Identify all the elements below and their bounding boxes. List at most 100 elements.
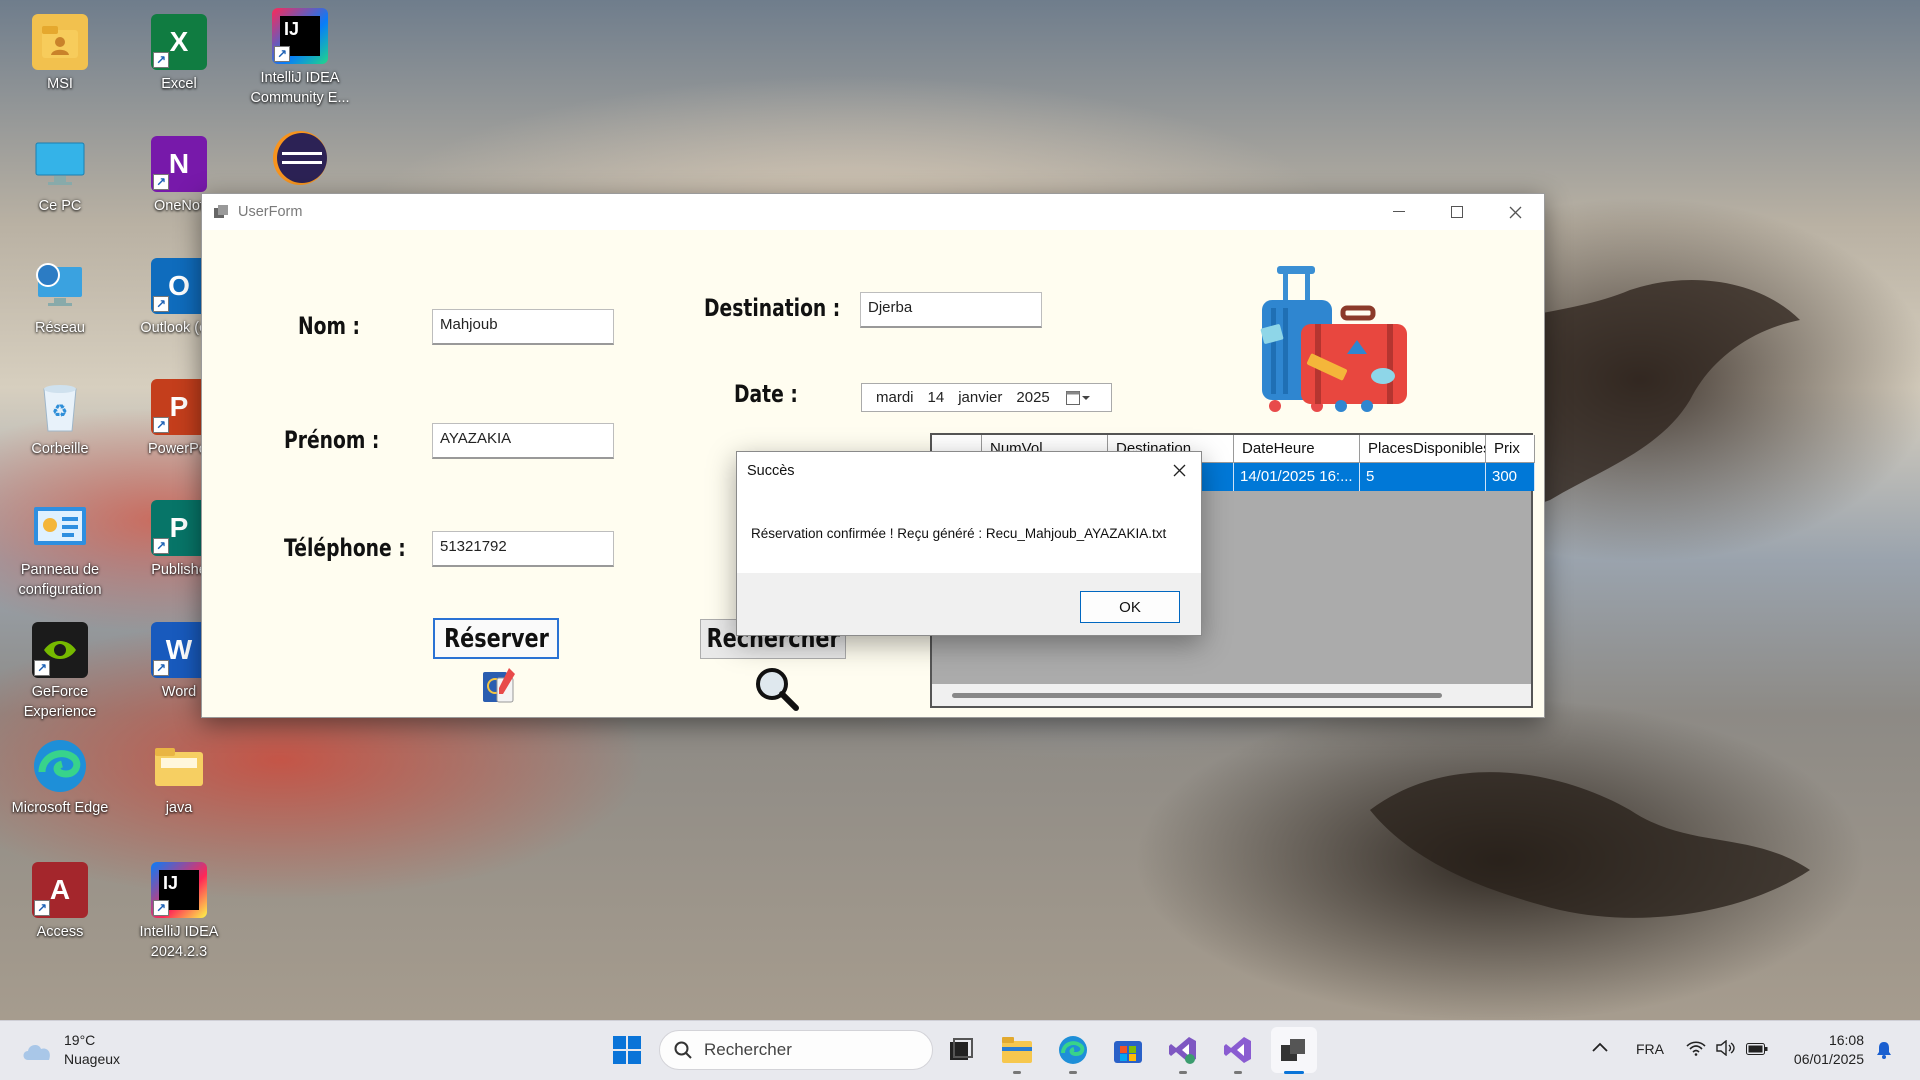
onenote-icon: N ↗ (151, 136, 207, 192)
access-icon: A ↗ (32, 862, 88, 918)
destination-label: Destination : (704, 294, 841, 322)
task-view-button[interactable] (944, 1033, 978, 1067)
clock[interactable]: 16:08 06/01/2025 (1780, 1031, 1864, 1069)
control-panel-icon (32, 500, 88, 556)
desktop-icon-label: Panneau de configuration (18, 562, 102, 598)
bell-icon (1877, 1042, 1891, 1059)
desktop-icon-eclipse[interactable] (248, 130, 352, 190)
desktop-icon-label: Access (36, 924, 84, 940)
shortcut-arrow-icon: ↗ (34, 900, 50, 916)
date-picker[interactable]: mardi 14 janvier 2025 (861, 383, 1112, 412)
app-window-icon (214, 205, 228, 219)
eclipse-icon (272, 130, 328, 186)
success-dialog: Succès Réservation confirmée ! Reçu géné… (736, 451, 1202, 636)
date-day-name[interactable]: mardi (876, 389, 914, 406)
window-title: UserForm (238, 204, 303, 220)
shortcut-arrow-icon: ↗ (34, 660, 50, 676)
volume-icon[interactable] (1716, 1039, 1736, 1061)
desktop-icon-access[interactable]: A ↗ Access (8, 862, 112, 942)
scrollbar-thumb[interactable] (952, 693, 1442, 698)
desktop-icon-intellij-2024[interactable]: IJ ↗ IntelliJ IDEA 2024.2.3 (127, 862, 231, 962)
desktop-icon-geforce[interactable]: ↗ GeForce Experience (8, 622, 112, 722)
shortcut-arrow-icon: ↗ (153, 417, 169, 433)
desktop-icon-ce-pc[interactable]: Ce PC (8, 136, 112, 216)
grid-cell-dateheure[interactable]: 14/01/2025 16:... (1234, 463, 1360, 491)
shortcut-arrow-icon: ↗ (153, 52, 169, 68)
grid-header-placesdisponibles[interactable]: PlacesDisponibles (1360, 435, 1486, 463)
shortcut-arrow-icon: ↗ (153, 900, 169, 916)
taskbar-file-explorer[interactable] (1000, 1033, 1034, 1067)
weather-desc: Nuageux (64, 1051, 121, 1067)
taskbar-visual-studio[interactable] (1221, 1033, 1255, 1067)
desktop-icon-label: GeForce Experience (23, 684, 97, 720)
shortcut-arrow-icon: ↗ (274, 46, 290, 62)
window-titlebar[interactable]: UserForm (202, 194, 1544, 230)
intellij-icon: IJ ↗ (272, 8, 328, 64)
close-button[interactable] (1486, 194, 1544, 230)
desktop-icon-label: IntelliJ IDEA 2024.2.3 (139, 924, 219, 960)
desktop-icon-corbeille[interactable]: ♻ Corbeille (8, 379, 112, 459)
desktop-icon-edge[interactable]: Microsoft Edge (8, 738, 112, 818)
desktop-icon-excel[interactable]: X ↗ Excel (127, 14, 231, 94)
notification-button[interactable] (1876, 1041, 1892, 1064)
desktop-icon-label: java (165, 800, 193, 816)
grid-cell-places[interactable]: 5 (1360, 463, 1486, 491)
grid-horizontal-scrollbar[interactable] (932, 684, 1531, 706)
date-day[interactable]: 14 (928, 389, 945, 406)
geforce-icon: ↗ (32, 622, 88, 678)
start-button[interactable] (610, 1033, 644, 1067)
desktop-icon-reseau[interactable]: Réseau (8, 258, 112, 338)
weather-temp: 19°C (64, 1032, 96, 1048)
language-indicator[interactable]: FRA (1636, 1041, 1664, 1057)
desktop-icon-intellij-community[interactable]: IJ ↗ IntelliJ IDEA Community E... (248, 8, 352, 108)
store-icon (1114, 1041, 1142, 1063)
date-year[interactable]: 2025 (1016, 389, 1049, 406)
destination-input[interactable]: Djerba (860, 292, 1042, 328)
edge-icon (1059, 1036, 1087, 1064)
desktop-icon-panneau-config[interactable]: Panneau de configuration (8, 500, 112, 600)
taskbar-search[interactable]: Rechercher (659, 1030, 933, 1070)
desktop-icon-label: Ce PC (38, 198, 82, 214)
clock-date: 06/01/2025 (1793, 1051, 1864, 1067)
grid-cell-prix[interactable]: 300 (1486, 463, 1535, 491)
grid-header-prix[interactable]: Prix (1486, 435, 1535, 463)
word-icon: W ↗ (151, 622, 207, 678)
taskbar-userform-app[interactable] (1271, 1027, 1317, 1073)
edge-icon (32, 738, 88, 794)
taskbar-edge[interactable] (1056, 1033, 1090, 1067)
desktop-icon-label: MSI (47, 76, 73, 92)
minimize-button[interactable] (1370, 194, 1428, 230)
desktop-icon-java[interactable]: java (127, 738, 231, 818)
shortcut-arrow-icon: ↗ (153, 296, 169, 312)
search-placeholder: Rechercher (704, 1040, 792, 1059)
dialog-close-button[interactable] (1157, 452, 1201, 488)
desktop-icon-msi[interactable]: MSI (8, 14, 112, 94)
grid-header-dateheure[interactable]: DateHeure (1234, 435, 1360, 463)
search-icon (674, 1041, 692, 1059)
running-indicator (1234, 1071, 1242, 1074)
taskbar-store[interactable] (1111, 1033, 1145, 1067)
running-indicator (1069, 1071, 1077, 1074)
wifi-icon[interactable] (1686, 1040, 1706, 1061)
desktop-icon-label: Excel (161, 76, 197, 92)
shortcut-arrow-icon: ↗ (153, 174, 169, 190)
magnifier-icon (756, 668, 799, 711)
folder-icon (151, 738, 207, 794)
maximize-button[interactable] (1428, 194, 1486, 230)
telephone-label: Téléphone : (284, 534, 406, 562)
taskbar-visual-studio-installer[interactable] (1166, 1033, 1200, 1067)
reserver-button[interactable]: Réserver (433, 618, 559, 659)
prenom-input[interactable]: AYAZAKIA (432, 423, 614, 459)
telephone-input[interactable]: 51321792 (432, 531, 614, 567)
battery-icon[interactable] (1746, 1042, 1768, 1060)
task-view-icon (950, 1038, 973, 1060)
ok-button[interactable]: OK (1080, 591, 1180, 623)
clock-time: 16:08 (1828, 1032, 1864, 1048)
nom-input[interactable]: Mahjoub (432, 309, 614, 345)
date-month[interactable]: janvier (958, 389, 1002, 406)
show-hidden-icons-button[interactable] (1592, 1039, 1608, 1057)
reserver-button-label: Réserver (443, 623, 549, 654)
powerpoint-icon: P ↗ (151, 379, 207, 435)
weather-widget[interactable]: 19°C Nuageux (20, 1031, 120, 1069)
calendar-dropdown-icon[interactable] (1065, 390, 1090, 405)
